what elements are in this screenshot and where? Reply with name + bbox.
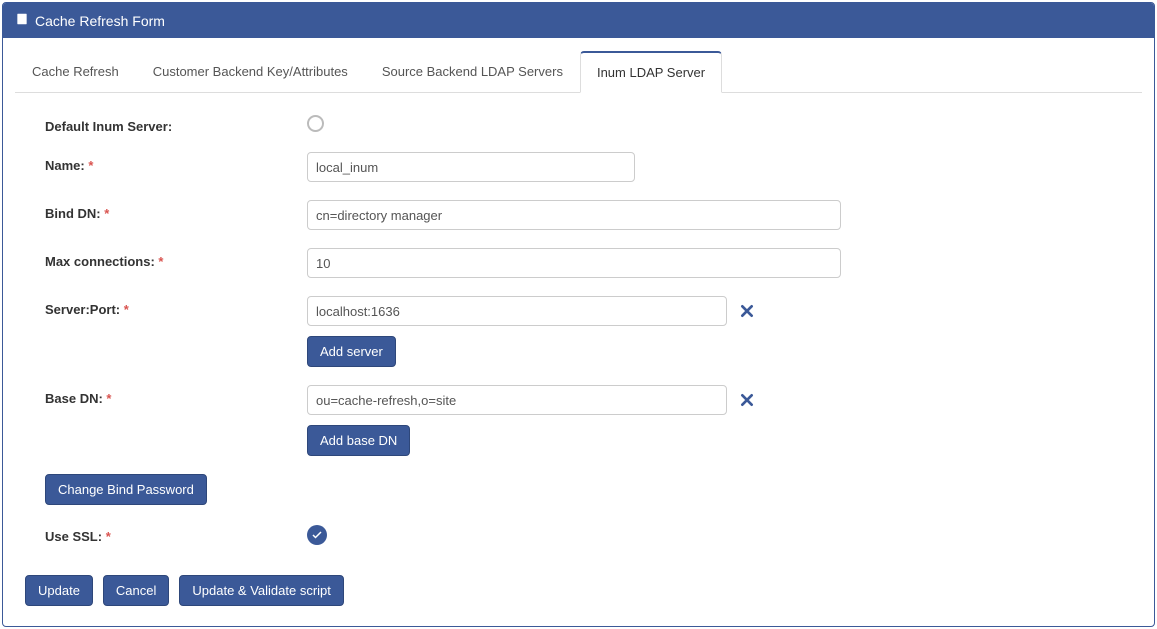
label-base-dn: Base DN: * <box>45 385 307 406</box>
row-default-inum: Default Inum Server: <box>45 113 1112 134</box>
tab-bar: Cache Refresh Customer Backend Key/Attri… <box>15 50 1142 93</box>
row-max-connections: Max connections: * <box>45 248 1112 278</box>
label-bind-dn: Bind DN: * <box>45 200 307 221</box>
required-mark: * <box>106 529 111 544</box>
remove-basedn-icon[interactable] <box>739 392 755 408</box>
max-connections-input[interactable] <box>307 248 841 278</box>
label-max-connections: Max connections: * <box>45 248 307 269</box>
change-bind-password-button[interactable]: Change Bind Password <box>45 474 207 505</box>
required-mark: * <box>104 206 109 221</box>
panel-title: Cache Refresh Form <box>35 13 165 29</box>
row-bind-dn: Bind DN: * <box>45 200 1112 230</box>
footer-buttons: Update Cancel Update & Validate script <box>15 575 1142 606</box>
field-default-inum <box>307 113 324 132</box>
row-name: Name: * <box>45 152 1112 182</box>
tab-source-backend[interactable]: Source Backend LDAP Servers <box>365 51 580 93</box>
tab-inum-ldap[interactable]: Inum LDAP Server <box>580 51 722 93</box>
add-server-button[interactable]: Add server <box>307 336 396 367</box>
default-inum-radio[interactable] <box>307 115 324 132</box>
use-ssl-checkbox[interactable] <box>307 525 327 545</box>
label-server-port: Server:Port: * <box>45 296 307 317</box>
update-validate-button[interactable]: Update & Validate script <box>179 575 344 606</box>
add-basedn-button[interactable]: Add base DN <box>307 425 410 456</box>
tab-customer-backend[interactable]: Customer Backend Key/Attributes <box>136 51 365 93</box>
required-mark: * <box>124 302 129 317</box>
required-mark: * <box>106 391 111 406</box>
required-mark: * <box>88 158 93 173</box>
bind-dn-input[interactable] <box>307 200 841 230</box>
label-default-inum: Default Inum Server: <box>45 113 307 134</box>
tab-cache-refresh[interactable]: Cache Refresh <box>15 51 136 93</box>
remove-server-icon[interactable] <box>739 303 755 319</box>
form-icon <box>15 12 29 29</box>
row-change-password: Change Bind Password <box>45 474 1112 505</box>
row-server-port: Server:Port: * Add server <box>45 296 1112 367</box>
cache-refresh-panel: Cache Refresh Form Cache Refresh Custome… <box>2 2 1155 627</box>
name-input[interactable] <box>307 152 635 182</box>
cancel-button[interactable]: Cancel <box>103 575 169 606</box>
panel-header: Cache Refresh Form <box>3 3 1154 38</box>
label-use-ssl: Use SSL: * <box>45 523 307 544</box>
label-name: Name: * <box>45 152 307 173</box>
panel-body: Cache Refresh Customer Backend Key/Attri… <box>3 38 1154 626</box>
row-use-ssl: Use SSL: * <box>45 523 1112 545</box>
update-button[interactable]: Update <box>25 575 93 606</box>
row-base-dn: Base DN: * Add base DN <box>45 385 1112 456</box>
base-dn-input[interactable] <box>307 385 727 415</box>
server-port-input[interactable] <box>307 296 727 326</box>
required-mark: * <box>158 254 163 269</box>
form-area: Default Inum Server: Name: * Bind DN: * … <box>15 113 1142 545</box>
